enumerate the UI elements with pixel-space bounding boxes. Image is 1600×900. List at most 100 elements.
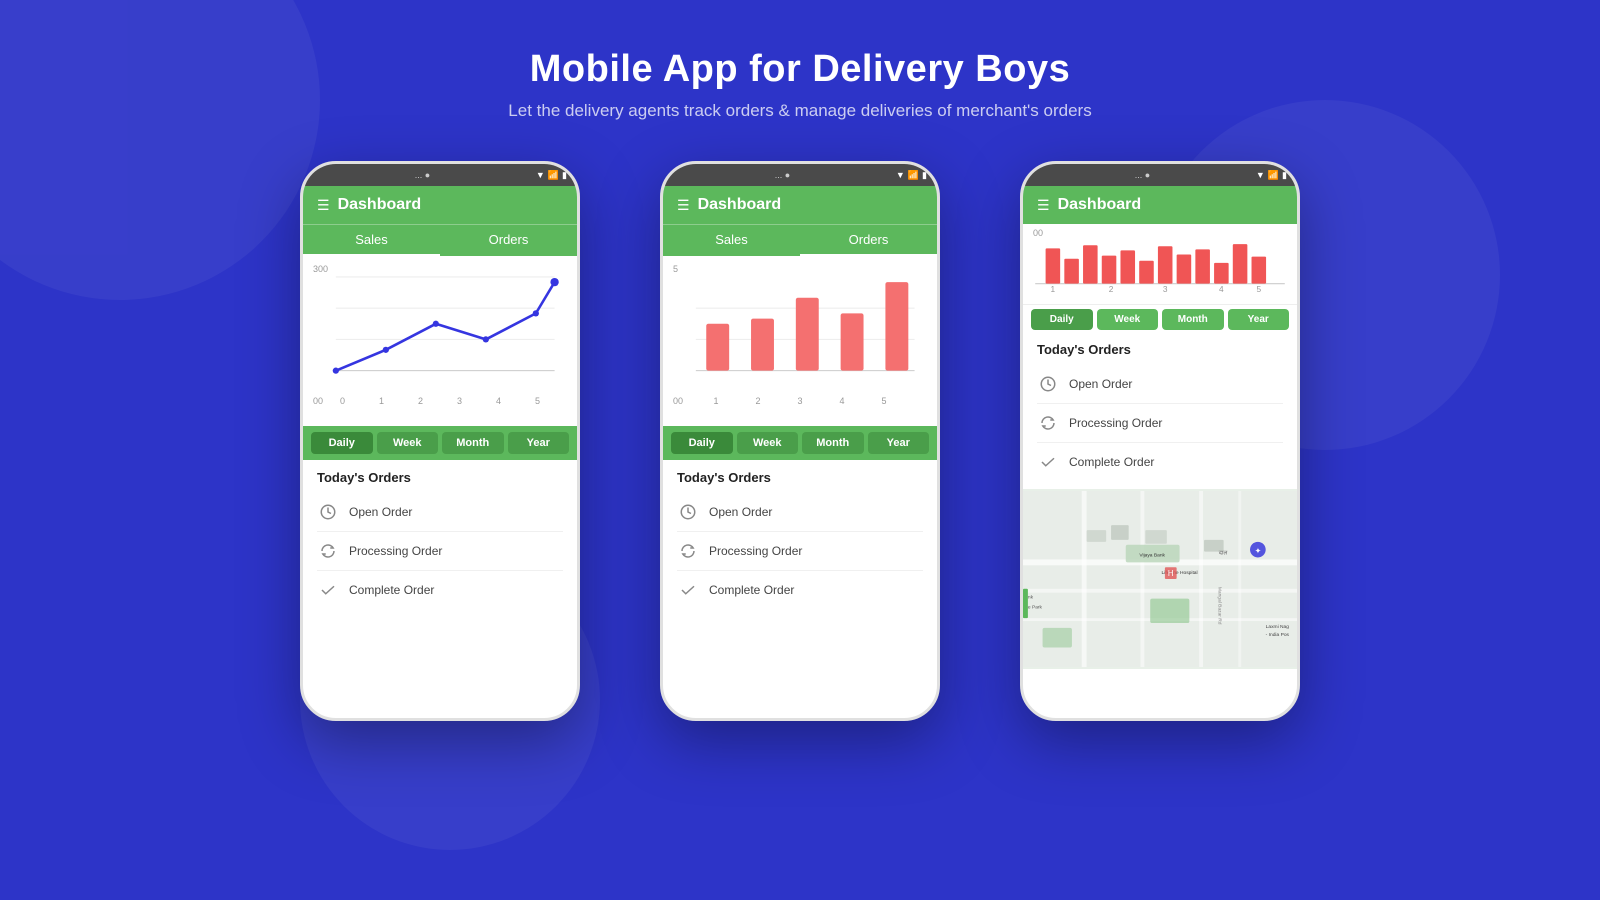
x2-label-3: 3 xyxy=(797,396,802,406)
x-label-4: 4 xyxy=(496,396,501,406)
wifi-icon-1: 📶 xyxy=(548,170,559,181)
status-text-1: ... ● xyxy=(415,170,430,180)
chart-area-1: 300 00 0 1 xyxy=(303,256,577,426)
btn-year-2[interactable]: Year xyxy=(868,432,930,454)
orders-section-3: Today's Orders Open Order Proce xyxy=(1023,334,1297,489)
signal-icon-3: ▼ xyxy=(1256,170,1265,180)
refresh-icon-1 xyxy=(317,540,339,562)
clock-icon-3 xyxy=(1037,373,1059,395)
period-buttons-2: Daily Week Month Year xyxy=(663,426,937,460)
orders-section-2: Today's Orders Open Order Proce xyxy=(663,460,937,619)
order-open-1: Open Order xyxy=(317,493,563,532)
signal-icon-1: ▼ xyxy=(536,170,545,180)
x2-label-5: 5 xyxy=(881,396,886,406)
check-icon-3 xyxy=(1037,451,1059,473)
svg-text:Mangal Bazar Rd: Mangal Bazar Rd xyxy=(1217,587,1223,625)
y-min-2: 00 xyxy=(673,396,683,406)
btn-week-1[interactable]: Week xyxy=(377,432,439,454)
hamburger-icon-1[interactable]: ☰ xyxy=(317,197,330,214)
svg-text:3: 3 xyxy=(1163,284,1168,292)
svg-text:Vijaya Bank: Vijaya Bank xyxy=(1139,552,1165,558)
svg-text:दाल: दाल xyxy=(1219,551,1229,557)
btn-month-2[interactable]: Month xyxy=(802,432,864,454)
status-bar-2: ... ● ▼ 📶 ▮ xyxy=(663,164,937,186)
line-chart-1 xyxy=(315,264,565,394)
map-svg-3: Vijaya Bank LifeLine Hospital H ✦ Laxmi … xyxy=(1023,489,1297,669)
orders-title-1: Today's Orders xyxy=(317,470,563,485)
wifi-icon-2: 📶 xyxy=(908,170,919,181)
tab-sales-2[interactable]: Sales xyxy=(663,225,800,256)
tabs-row-2: Sales Orders xyxy=(663,224,937,256)
btn-daily-2[interactable]: Daily xyxy=(671,432,733,454)
tab-sales-1[interactable]: Sales xyxy=(303,225,440,256)
signal-icon-2: ▼ xyxy=(896,170,905,180)
btn-year-3[interactable]: Year xyxy=(1228,309,1290,330)
order-complete-1: Complete Order xyxy=(317,571,563,609)
btn-daily-3[interactable]: Daily xyxy=(1031,309,1093,330)
period-buttons-3: Daily Week Month Year xyxy=(1023,304,1297,334)
order-processing-3: Processing Order xyxy=(1037,404,1283,443)
bar-chart-2 xyxy=(675,264,925,394)
x-label-5: 5 xyxy=(535,396,540,406)
status-dots-3: ... ● xyxy=(1033,170,1252,180)
open-order-label-3: Open Order xyxy=(1069,377,1132,391)
dashboard-title-1: Dashboard xyxy=(338,196,422,214)
x2-label-1: 1 xyxy=(713,396,718,406)
btn-daily-1[interactable]: Daily xyxy=(311,432,373,454)
order-complete-2: Complete Order xyxy=(677,571,923,609)
processing-order-label-2: Processing Order xyxy=(709,544,802,558)
svg-text:e Park: e Park xyxy=(1028,604,1043,610)
btn-week-3[interactable]: Week xyxy=(1097,309,1159,330)
orders-title-3: Today's Orders xyxy=(1037,342,1283,357)
small-chart-y-label: 00 xyxy=(1033,228,1287,238)
order-open-2: Open Order xyxy=(677,493,923,532)
x2-label-4: 4 xyxy=(839,396,844,406)
x-label-0: 0 xyxy=(340,396,345,406)
phone-1: ... ● ▼ 📶 ▮ ☰ Dashboard Sales Orders 300… xyxy=(300,161,580,721)
status-icons-3: ▼ 📶 ▮ xyxy=(1256,170,1287,181)
clock-icon-1 xyxy=(317,501,339,523)
open-order-label-2: Open Order xyxy=(709,505,772,519)
svg-text:5: 5 xyxy=(1256,284,1261,292)
check-icon-2 xyxy=(677,579,699,601)
order-processing-2: Processing Order xyxy=(677,532,923,571)
btn-month-1[interactable]: Month xyxy=(442,432,504,454)
btn-month-3[interactable]: Month xyxy=(1162,309,1224,330)
x-label-2: 2 xyxy=(418,396,423,406)
svg-text:H: H xyxy=(1168,569,1174,578)
svg-text:nk: nk xyxy=(1028,595,1034,601)
svg-text:2: 2 xyxy=(1109,284,1114,292)
refresh-icon-2 xyxy=(677,540,699,562)
order-processing-1: Processing Order xyxy=(317,532,563,571)
clock-icon-2 xyxy=(677,501,699,523)
battery-icon-1: ▮ xyxy=(562,170,567,181)
x-labels-2: 1 2 3 4 5 xyxy=(675,396,925,406)
status-bar-1: ... ● ▼ 📶 ▮ xyxy=(303,164,577,186)
hamburger-icon-3[interactable]: ☰ xyxy=(1037,197,1050,214)
svg-text:4: 4 xyxy=(1219,284,1224,292)
processing-order-label-1: Processing Order xyxy=(349,544,442,558)
dashboard-title-2: Dashboard xyxy=(698,196,782,214)
refresh-icon-3 xyxy=(1037,412,1059,434)
y-max-2: 5 xyxy=(673,264,678,274)
chart-area-2: 5 00 1 2 3 4 5 xyxy=(663,256,937,426)
hamburger-icon-2[interactable]: ☰ xyxy=(677,197,690,214)
tab-orders-2[interactable]: Orders xyxy=(800,225,937,256)
status-bar-3: ... ● ▼ 📶 ▮ xyxy=(1023,164,1297,186)
tabs-row-1: Sales Orders xyxy=(303,224,577,256)
phone-header-3: ☰ Dashboard xyxy=(1023,186,1297,224)
svg-text:✦: ✦ xyxy=(1255,547,1262,556)
y-min-1: 00 xyxy=(313,396,323,406)
status-dots-1: ... ● xyxy=(313,170,532,180)
status-icons-2: ▼ 📶 ▮ xyxy=(896,170,927,181)
orders-title-2: Today's Orders xyxy=(677,470,923,485)
svg-text:1: 1 xyxy=(1051,284,1056,292)
btn-week-2[interactable]: Week xyxy=(737,432,799,454)
svg-text:- India Pos: - India Pos xyxy=(1266,632,1290,638)
complete-order-label-3: Complete Order xyxy=(1069,455,1154,469)
small-bar-chart-3: 00 1 2 3 4 5 xyxy=(1023,224,1297,304)
tab-orders-1[interactable]: Orders xyxy=(440,225,577,256)
btn-year-1[interactable]: Year xyxy=(508,432,570,454)
phone-3: ... ● ▼ 📶 ▮ ☰ Dashboard 00 xyxy=(1020,161,1300,721)
order-complete-3: Complete Order xyxy=(1037,443,1283,481)
